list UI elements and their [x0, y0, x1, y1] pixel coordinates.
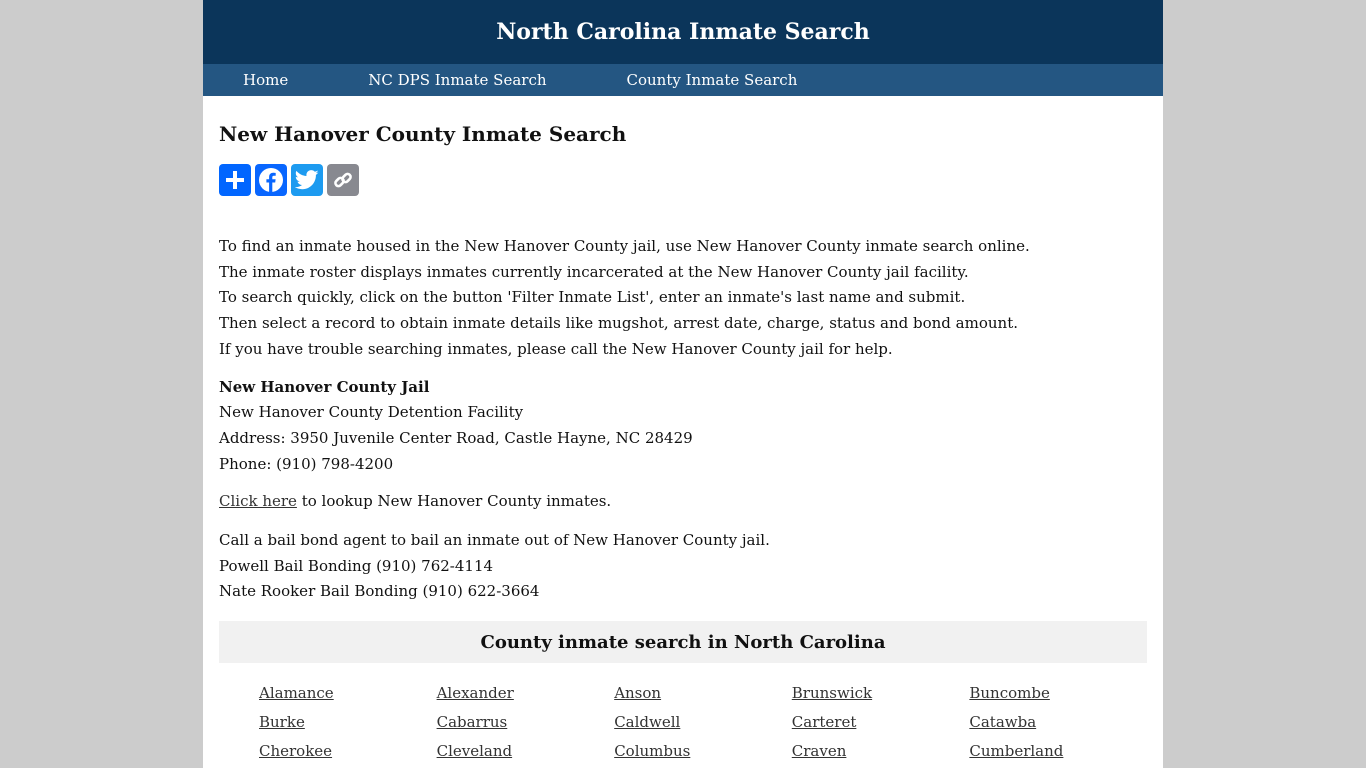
intro-line: To find an inmate housed in the New Hano… — [219, 237, 1030, 255]
bail-intro: Call a bail bond agent to bail an inmate… — [219, 531, 770, 550]
county-link[interactable]: Cabarrus — [437, 712, 615, 733]
bail-info: Call a bail bond agent to bail an inmate… — [219, 528, 1147, 605]
site-header: North Carolina Inmate Search — [203, 0, 1163, 64]
intro-line: The inmate roster displays inmates curre… — [219, 262, 969, 281]
county-link[interactable]: Caldwell — [614, 712, 792, 733]
county-link[interactable]: Craven — [792, 741, 970, 762]
county-list: Alamance Alexander Anson Brunswick Bunco… — [219, 683, 1147, 762]
county-link[interactable]: Cumberland — [969, 741, 1147, 762]
intro-text: To find an inmate housed in the New Hano… — [219, 234, 1147, 363]
nav-nc-dps-inmate-search[interactable]: NC DPS Inmate Search — [368, 71, 546, 89]
county-link[interactable]: Alamance — [259, 683, 437, 704]
lookup-paragraph: Click here to lookup New Hanover County … — [219, 489, 1147, 515]
copy-link-button[interactable] — [327, 164, 359, 196]
intro-line: If you have trouble searching inmates, p… — [219, 339, 893, 358]
bail-agent: Nate Rooker Bail Bonding (910) 622-3664 — [219, 582, 540, 601]
county-link[interactable]: Cherokee — [259, 741, 437, 762]
facebook-share-button[interactable] — [255, 164, 287, 196]
county-link[interactable]: Carteret — [792, 712, 970, 733]
plus-icon — [226, 171, 244, 189]
share-buttons — [219, 164, 1147, 196]
link-icon — [334, 172, 352, 188]
bail-agent: Powell Bail Bonding (910) 762-4114 — [219, 556, 494, 575]
county-link[interactable]: Cleveland — [437, 741, 615, 762]
county-link[interactable]: Alexander — [437, 683, 615, 704]
county-link[interactable]: Buncombe — [969, 683, 1147, 704]
jail-info: New Hanover County Jail New Hanover Coun… — [219, 375, 1147, 478]
nav-home[interactable]: Home — [243, 71, 288, 89]
facebook-icon — [259, 168, 283, 192]
jail-phone: Phone: (910) 798-4200 — [219, 454, 394, 473]
lookup-text: to lookup New Hanover County inmates. — [296, 492, 612, 511]
county-link[interactable]: Brunswick — [792, 683, 970, 704]
click-here-link[interactable]: Click here — [219, 492, 297, 510]
site-title[interactable]: North Carolina Inmate Search — [496, 19, 870, 45]
main-nav: Home NC DPS Inmate Search County Inmate … — [203, 64, 1163, 96]
page-title: New Hanover County Inmate Search — [219, 122, 627, 146]
county-section-header: County inmate search in North Carolina — [219, 621, 1147, 664]
jail-address: Address: 3950 Juvenile Center Road, Cast… — [219, 428, 693, 447]
twitter-share-button[interactable] — [291, 164, 323, 196]
county-link[interactable]: Catawba — [969, 712, 1147, 733]
intro-line: To search quickly, click on the button '… — [219, 288, 966, 307]
county-link[interactable]: Columbus — [614, 741, 792, 762]
twitter-icon — [295, 170, 319, 190]
main-content: New Hanover County Inmate Search To find… — [203, 96, 1163, 762]
share-button[interactable] — [219, 164, 251, 196]
county-section-title: County inmate search in North Carolina — [480, 631, 886, 653]
jail-title: New Hanover County Jail — [219, 377, 430, 396]
nav-county-inmate-search[interactable]: County Inmate Search — [627, 71, 798, 89]
page-container: North Carolina Inmate Search Home NC DPS… — [203, 0, 1163, 768]
intro-line: Then select a record to obtain inmate de… — [219, 314, 1018, 333]
county-link[interactable]: Anson — [614, 683, 792, 704]
jail-facility: New Hanover County Detention Facility — [219, 403, 524, 422]
county-link[interactable]: Burke — [259, 712, 437, 733]
